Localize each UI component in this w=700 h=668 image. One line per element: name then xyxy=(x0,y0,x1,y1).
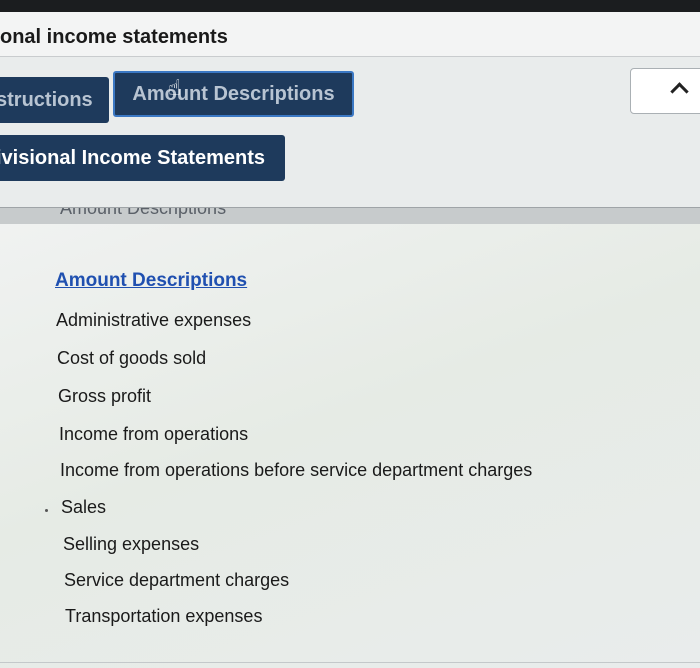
list-item[interactable]: Gross profit xyxy=(58,386,151,407)
top-strip xyxy=(0,0,700,12)
list-item[interactable]: Transportation expenses xyxy=(65,606,262,627)
list-item[interactable]: Income from operations xyxy=(59,424,248,445)
collapse-button[interactable] xyxy=(630,68,700,114)
tab-instructions[interactable]: structions xyxy=(0,77,109,123)
list-item[interactable]: Sales xyxy=(61,497,106,518)
header: onal income statements xyxy=(0,12,700,57)
panel-heading: Amount Descriptions xyxy=(55,270,248,291)
list-item[interactable]: Service department charges xyxy=(64,570,289,591)
chevron-up-icon xyxy=(670,82,689,101)
amount-descriptions-panel: Amount Descriptions Administrative expen… xyxy=(0,224,700,668)
list-item[interactable]: Income from operations before service de… xyxy=(60,460,532,481)
tabs-area: structions Amount Descriptions ☝ ivision… xyxy=(0,57,700,207)
page-title: onal income statements xyxy=(0,26,228,48)
hand-cursor-icon: ☝ xyxy=(168,75,182,100)
tab-amount-descriptions[interactable]: Amount Descriptions xyxy=(113,71,354,117)
list-item[interactable]: Selling expenses xyxy=(63,534,199,555)
list-item[interactable]: Administrative expenses xyxy=(56,310,251,331)
panel-header: Amount Descriptions xyxy=(0,207,700,224)
bottom-divider xyxy=(0,662,700,663)
panel-header-label: Amount Descriptions xyxy=(60,207,227,218)
list-item[interactable]: Cost of goods sold xyxy=(57,348,206,369)
bullet-dot xyxy=(45,509,48,512)
tab-divisional-income-statements[interactable]: ivisional Income Statements xyxy=(0,135,285,181)
